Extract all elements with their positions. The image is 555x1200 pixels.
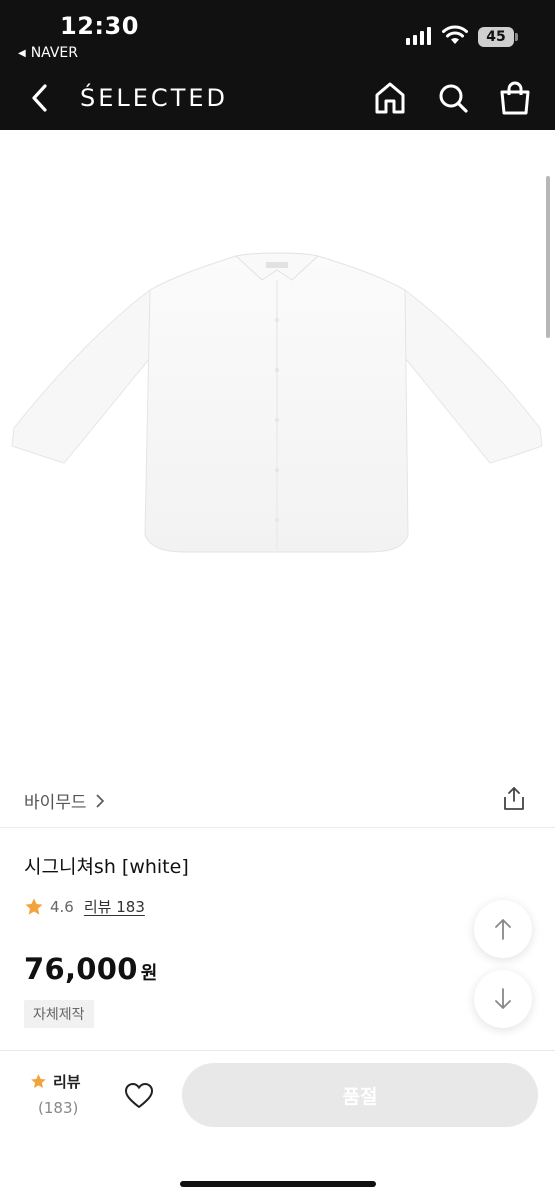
home-indicator [180,1181,376,1187]
wifi-icon [442,25,468,44]
product-image[interactable] [0,130,555,770]
app-header: 12:30 ◀ NAVER 45 ŚELECTED [0,0,555,130]
scroll-down-button[interactable] [474,970,532,1028]
back-to-app[interactable]: ◀ NAVER [18,45,78,61]
status-time: 12:30 [60,12,139,40]
chevron-left-icon[interactable] [28,82,52,114]
share-icon[interactable] [502,786,526,812]
shopping-bag-icon[interactable] [498,80,532,116]
buy-button[interactable]: 품절 [182,1063,538,1127]
rating-row: 4.6 리뷰 183 [24,896,145,917]
home-icon[interactable] [373,80,407,116]
bottom-action-bar: 리뷰 (183) 품절 [0,1050,555,1200]
cellular-signal-icon [406,27,431,45]
search-icon[interactable] [436,80,470,116]
product-badge: 자체제작 [24,1000,94,1028]
price: 76,000 원 [24,952,157,986]
brand-row: 바이무드 [0,770,555,828]
review-summary[interactable]: 리뷰 (183) [30,1071,110,1121]
review-link[interactable]: 리뷰 183 [84,896,145,917]
price-unit: 원 [140,963,158,984]
battery-icon: 45 [478,27,514,47]
shirt-image [11,252,543,553]
brand-name: 바이무드 [24,793,87,813]
star-icon [25,898,43,915]
battery-tip [515,33,518,41]
arrow-up-icon [495,919,511,940]
product-title: 시그니쳐sh [white] [24,856,189,878]
scroll-up-button[interactable] [474,900,532,958]
back-app-label: NAVER [30,45,79,61]
review-count: (183) [38,1099,79,1117]
brand-logo[interactable]: ŚELECTED [80,84,228,112]
back-triangle-icon: ◀ [18,47,26,59]
chevron-right-icon [95,793,104,808]
star-icon [31,1074,46,1088]
scrollbar[interactable] [546,176,550,338]
review-label: 리뷰 [53,1073,81,1091]
brand-store-link[interactable]: 바이무드 [24,788,105,813]
price-value: 76,000 [24,952,138,986]
heart-icon[interactable] [124,1082,154,1110]
arrow-down-icon [495,988,511,1009]
rating-value: 4.6 [50,897,74,916]
